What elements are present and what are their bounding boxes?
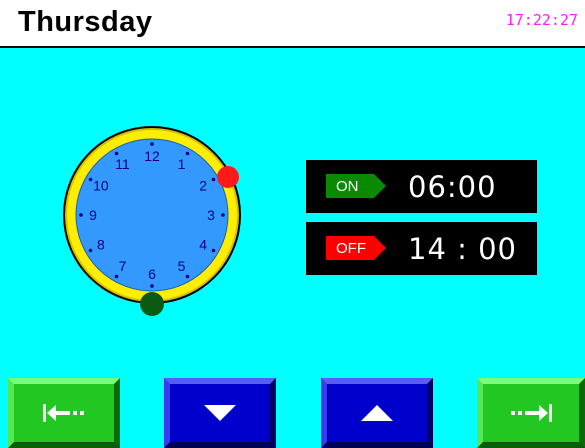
off-time-panel[interactable]: OFF 14 : 00 bbox=[306, 222, 537, 275]
dial-number: 11 bbox=[115, 156, 130, 172]
off-marker[interactable] bbox=[217, 166, 239, 188]
dial-tick bbox=[185, 274, 190, 279]
off-tag: OFF bbox=[326, 236, 386, 260]
on-time-value: 06:00 bbox=[408, 170, 497, 204]
up-button[interactable] bbox=[321, 378, 433, 448]
dial-number: 6 bbox=[148, 266, 156, 282]
dial-number: 9 bbox=[89, 207, 97, 223]
header-bar: Thursday 17:22:27 bbox=[0, 0, 585, 48]
dial-tick bbox=[211, 248, 216, 253]
day-label: Thursday bbox=[18, 6, 153, 38]
dial-number: 4 bbox=[199, 237, 207, 253]
arrow-left-bar-icon bbox=[43, 404, 84, 422]
dial-tick bbox=[150, 284, 154, 288]
dial-tick bbox=[211, 177, 216, 182]
on-time-panel[interactable]: ON 06:00 bbox=[306, 160, 537, 213]
dial-tick bbox=[114, 274, 119, 279]
next-button[interactable] bbox=[477, 378, 585, 448]
dial-number: 5 bbox=[178, 258, 186, 274]
dial-number: 10 bbox=[93, 178, 109, 194]
back-button[interactable] bbox=[8, 378, 120, 448]
dial-number: 2 bbox=[199, 178, 207, 194]
dial-number: 3 bbox=[207, 207, 215, 223]
dial-number: 12 bbox=[144, 148, 160, 164]
triangle-up-icon bbox=[361, 405, 393, 421]
arrow-right-bar-icon bbox=[511, 404, 552, 422]
dial-tick bbox=[114, 151, 119, 156]
dial-number: 8 bbox=[97, 237, 105, 253]
clock-readout: 17:22:27 bbox=[505, 11, 578, 29]
on-tag: ON bbox=[326, 174, 386, 198]
timer-dial[interactable]: 12 1234567891011 bbox=[60, 118, 250, 318]
dial-tick bbox=[150, 142, 154, 146]
dial-tick bbox=[79, 213, 83, 217]
down-button[interactable] bbox=[164, 378, 276, 448]
dial-number: 7 bbox=[119, 258, 127, 274]
dial-tick bbox=[185, 151, 190, 156]
triangle-down-icon bbox=[204, 405, 236, 421]
dial-tick bbox=[88, 248, 93, 253]
off-time-value: 14 : 00 bbox=[408, 232, 518, 266]
dial-tick bbox=[88, 177, 93, 182]
on-marker[interactable] bbox=[140, 292, 164, 316]
dial-tick bbox=[221, 213, 225, 217]
dial-number: 1 bbox=[178, 156, 186, 172]
